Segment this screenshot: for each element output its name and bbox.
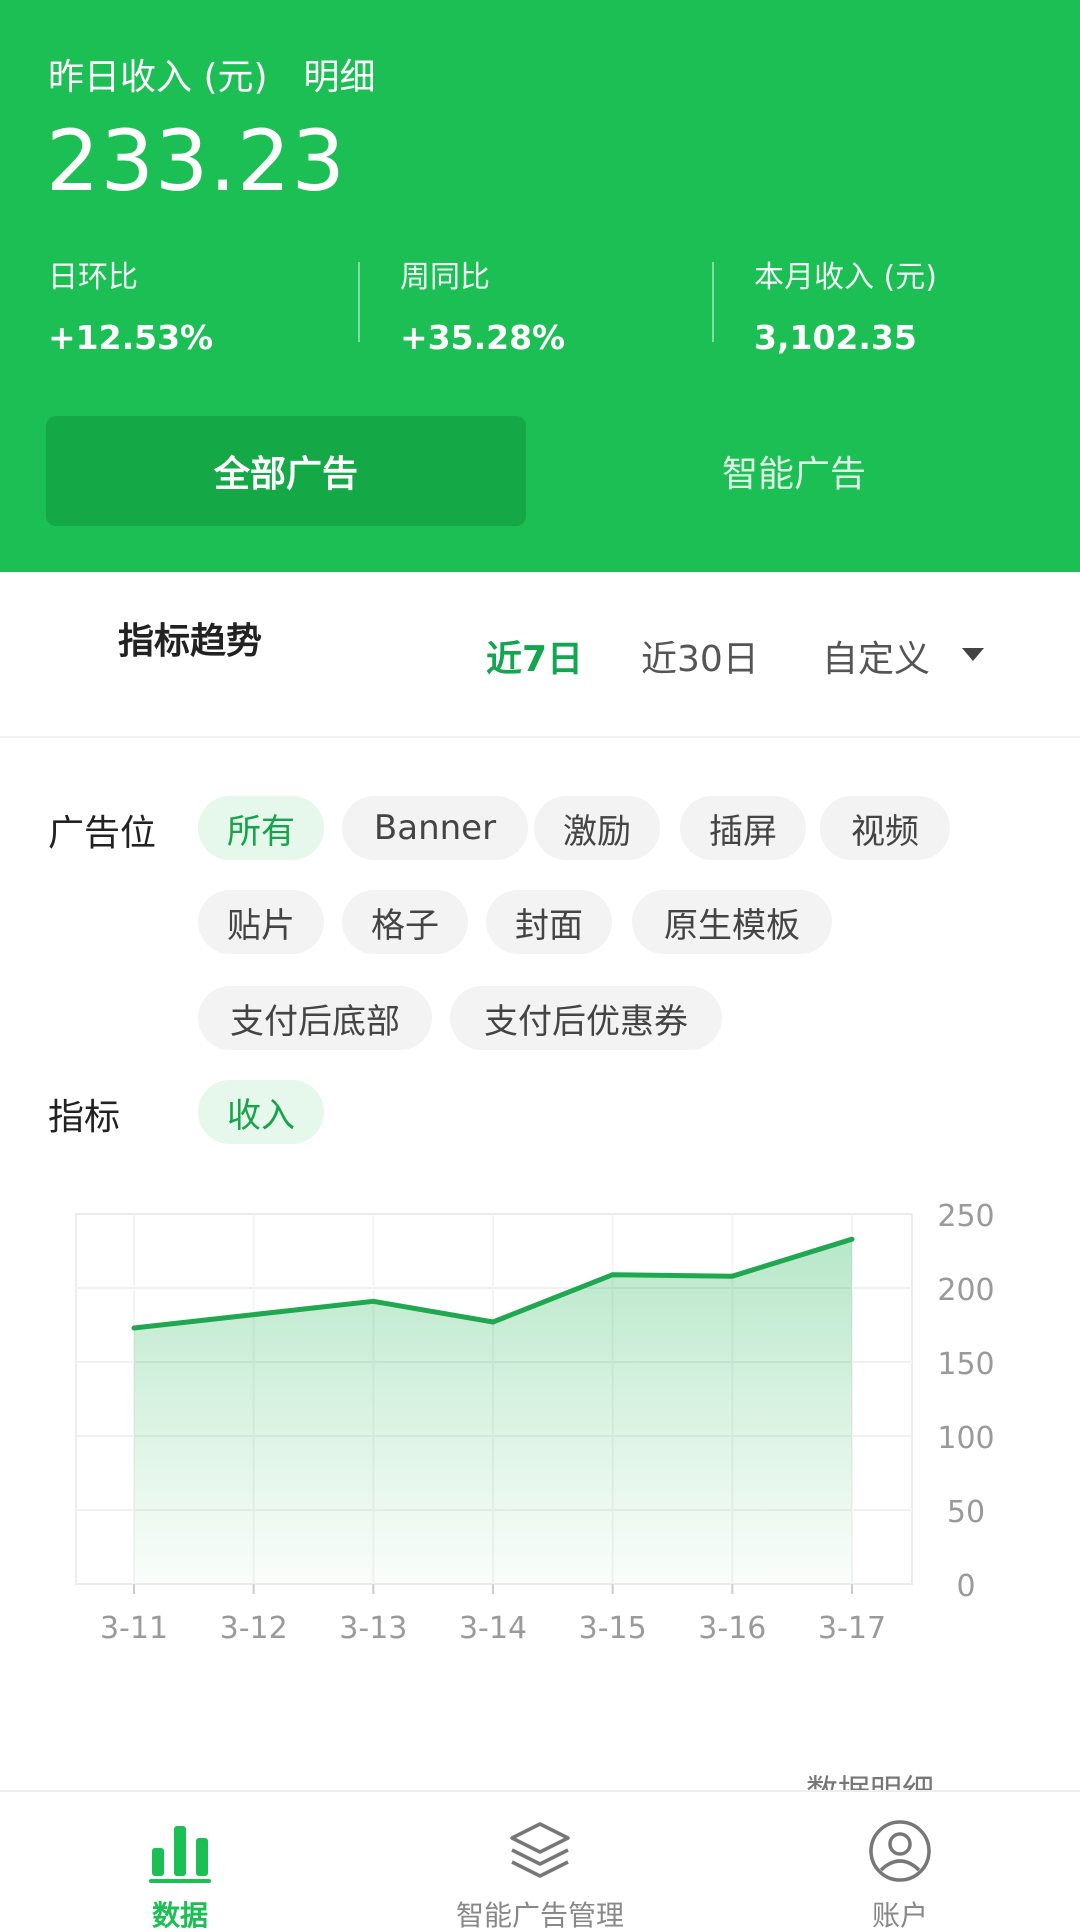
chip-banner[interactable]: Banner <box>342 796 528 860</box>
x-tick-label: 3-16 <box>698 1611 766 1640</box>
stat-value: 3,102.35 <box>754 318 917 357</box>
income-trend-chart: 0 50 100 150 200 250 3-11 3-12 3-13 3-14 3-15 3-16 3… <box>0 1180 1080 1640</box>
chip-income[interactable]: 收入 <box>198 1080 324 1144</box>
ad-slot-label: 广告位 <box>48 813 157 854</box>
chip-cover[interactable]: 封面 <box>486 890 612 954</box>
chart-svg: 0 50 100 150 200 250 3-11 3-12 3-13 3-14 3-15 3-16 3… <box>75 1199 995 1640</box>
trend-header: 指标趋势 近7日 近30日 自定义 <box>0 572 1080 738</box>
chip-post-pay-coupon[interactable]: 支付后优惠券 <box>450 986 722 1050</box>
bar-chart-icon <box>145 1816 215 1886</box>
layers-icon <box>505 1816 575 1886</box>
tab-account[interactable]: 账户 <box>720 1792 1080 1932</box>
income-header: 昨日收入 (元) 明细 233.23 日环比 +12.53% 周同比 +35.2… <box>0 0 1080 572</box>
stat-value: +12.53% <box>48 318 214 357</box>
stat-label: 日环比 <box>48 260 138 295</box>
bottom-tab-bar: 数据 智能广告管理 账户 <box>0 1790 1080 1932</box>
income-detail-link[interactable]: 明细 <box>304 48 376 100</box>
data-point <box>850 1237 854 1242</box>
stat-label: 周同比 <box>400 260 490 295</box>
data-point <box>251 1312 256 1317</box>
range-30-days[interactable]: 近30日 <box>641 630 759 682</box>
y-tick-label: 100 <box>937 1421 994 1456</box>
tab-smart-ad-management[interactable]: 智能广告管理 <box>360 1792 720 1932</box>
range-custom[interactable]: 自定义 <box>822 630 930 682</box>
user-circle-icon <box>865 1816 935 1886</box>
y-tick-label: 150 <box>937 1347 994 1382</box>
stat-week-over-week: 周同比 +35.28% <box>400 252 565 357</box>
data-point <box>610 1272 615 1277</box>
chip-native-template[interactable]: 原生模板 <box>632 890 832 954</box>
chip-paste[interactable]: 贴片 <box>198 890 324 954</box>
chip-rewarded[interactable]: 激励 <box>534 796 660 860</box>
tab-label: 智能广告管理 <box>455 1899 624 1932</box>
stat-divider <box>712 262 714 342</box>
data-point <box>132 1325 136 1330</box>
metric-label: 指标 <box>48 1097 121 1138</box>
ad-type-segment: 全部广告 智能广告 <box>46 416 1034 526</box>
stat-value: +35.28% <box>400 318 566 357</box>
chip-interstitial[interactable]: 插屏 <box>680 796 806 860</box>
tab-label: 数据 <box>151 1899 208 1932</box>
income-title: 昨日收入 (元) <box>48 57 268 98</box>
chip-post-pay-bottom[interactable]: 支付后底部 <box>198 986 432 1050</box>
data-point <box>491 1320 495 1325</box>
stat-month-income: 本月收入 (元) 3,102.35 <box>754 252 937 357</box>
y-tick-label: 250 <box>937 1199 994 1234</box>
x-tick-label: 3-12 <box>220 1611 288 1640</box>
income-stats: 日环比 +12.53% 周同比 +35.28% 本月收入 (元) 3,102.3… <box>0 252 1080 357</box>
x-tick-label: 3-11 <box>100 1611 168 1640</box>
y-tick-label: 50 <box>947 1495 985 1530</box>
chip-all[interactable]: 所有 <box>198 796 324 860</box>
x-tick-label: 3-14 <box>459 1611 527 1640</box>
chevron-down-icon[interactable] <box>962 648 984 661</box>
segment-all-ads[interactable]: 全部广告 <box>46 416 526 526</box>
chip-video[interactable]: 视频 <box>820 796 950 860</box>
tab-label: 账户 <box>871 1899 928 1932</box>
y-tick-label: 0 <box>956 1569 975 1604</box>
stat-day-over-day: 日环比 +12.53% <box>48 252 213 357</box>
trend-title: 指标趋势 <box>118 621 263 662</box>
y-tick-label: 200 <box>937 1273 994 1308</box>
data-point <box>730 1274 735 1279</box>
segment-smart-ads[interactable]: 智能广告 <box>554 416 1034 526</box>
x-tick-label: 3-15 <box>579 1611 647 1640</box>
tab-data[interactable]: 数据 <box>0 1792 360 1932</box>
x-tick-label: 3-17 <box>818 1611 886 1640</box>
x-tick-label: 3-13 <box>339 1611 407 1640</box>
chip-grid[interactable]: 格子 <box>342 890 468 954</box>
range-7-days[interactable]: 近7日 <box>486 630 583 682</box>
income-title-row: 昨日收入 (元) 明细 <box>48 48 376 100</box>
income-amount: 233.23 <box>46 112 346 210</box>
stat-label: 本月收入 (元) <box>754 260 937 295</box>
stat-divider <box>358 262 360 342</box>
data-point <box>371 1299 376 1304</box>
